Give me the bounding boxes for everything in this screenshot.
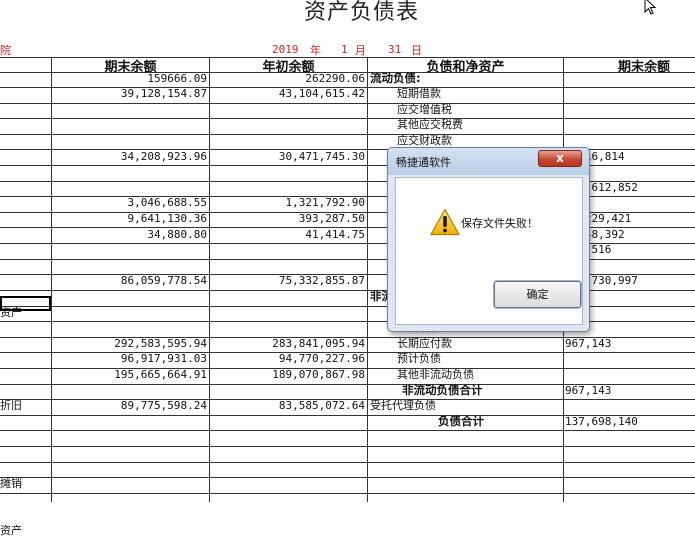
cell-year-begin[interactable]: 83,585,072.64 (210, 398, 365, 413)
cell-year-begin[interactable]: 393,287.50 (210, 211, 365, 226)
active-cell-selection[interactable] (0, 296, 51, 311)
cell-year-begin[interactable]: 30,471,745.30 (210, 149, 365, 164)
cell-period-end[interactable]: 34,208,923.96 (52, 149, 207, 164)
cell-liability-item[interactable]: 应交财政款 (397, 133, 452, 148)
header-period-end-right: 期末余额 (617, 60, 670, 75)
cell-period-end[interactable]: 89,775,598.24 (52, 398, 207, 413)
cell-period-end[interactable]: 86,059,778.54 (52, 273, 207, 288)
cell-year-begin[interactable]: 94,770,227.96 (210, 351, 365, 366)
cell-liability-item[interactable]: 其他应交税费 (397, 117, 463, 132)
cell-period-end-right[interactable]: 967,143 (565, 383, 611, 398)
cell-liability-item[interactable]: 非流动负债合计 (402, 383, 483, 398)
cell-liability-item[interactable]: 受托代理负债 (370, 398, 436, 413)
cell-year-begin[interactable]: 41,414.75 (210, 227, 365, 242)
cell-col-a[interactable]: 折旧 (0, 398, 22, 413)
cell-period-end[interactable]: 34,880.80 (52, 227, 207, 242)
cell-liability-item[interactable]: 预计负债 (397, 351, 441, 366)
dialog-title: 畅捷通软件 (396, 156, 451, 169)
cell-period-end[interactable]: 96,917,931.03 (52, 351, 207, 366)
cell-col-a[interactable]: 资产 (0, 523, 22, 538)
cell-col-a[interactable]: 摊销 (0, 476, 22, 491)
cell-period-end[interactable]: 292,583,595.94 (52, 336, 207, 351)
cell-period-end-right[interactable]: 967,143 (565, 336, 611, 351)
warning-icon (430, 208, 460, 236)
error-dialog[interactable]: 畅捷通软件 x 保存文件失败！ 确定 (387, 147, 590, 332)
cell-period-end-right[interactable]: 137,698,140 (565, 414, 638, 429)
dialog-body: 保存文件失败！ 确定 (395, 177, 583, 325)
cell-year-begin[interactable]: 189,070,867.98 (210, 367, 365, 382)
cell-year-begin[interactable]: 43,104,615.42 (210, 86, 365, 101)
cell-year-begin[interactable]: 283,841,095.94 (210, 336, 365, 351)
cell-year-begin[interactable]: 1,321,792.90 (210, 195, 365, 210)
cell-liability-item[interactable]: 流动负债: (370, 71, 421, 86)
cell-period-end[interactable]: 3,046,688.55 (52, 195, 207, 210)
cell-liability-item[interactable]: 长期应付款 (397, 336, 452, 351)
dialog-message: 保存文件失败！ (461, 217, 538, 230)
cell-period-end[interactable]: 9,641,130.36 (52, 211, 207, 226)
ok-button[interactable]: 确定 (493, 280, 582, 309)
cell-year-begin[interactable]: 262290.06 (210, 71, 365, 86)
cell-liability-item[interactable]: 其他非流动负债 (397, 367, 474, 382)
cell-period-end[interactable]: 195,665,664.91 (52, 367, 207, 382)
cell-liability-item[interactable]: 短期借款 (397, 86, 441, 101)
mouse-cursor-icon (644, 0, 657, 15)
cell-period-end[interactable]: 39,128,154.87 (52, 86, 207, 101)
cell-period-end[interactable]: 159666.09 (52, 71, 207, 86)
cell-year-begin[interactable]: 75,332,855.87 (210, 273, 365, 288)
cell-liability-item[interactable]: 负债合计 (438, 414, 484, 429)
dialog-close-button[interactable]: x (538, 150, 582, 167)
cell-liability-item[interactable]: 应交增值税 (397, 102, 452, 117)
close-icon: x (556, 151, 564, 165)
dialog-titlebar[interactable]: 畅捷通软件 x (388, 148, 589, 175)
